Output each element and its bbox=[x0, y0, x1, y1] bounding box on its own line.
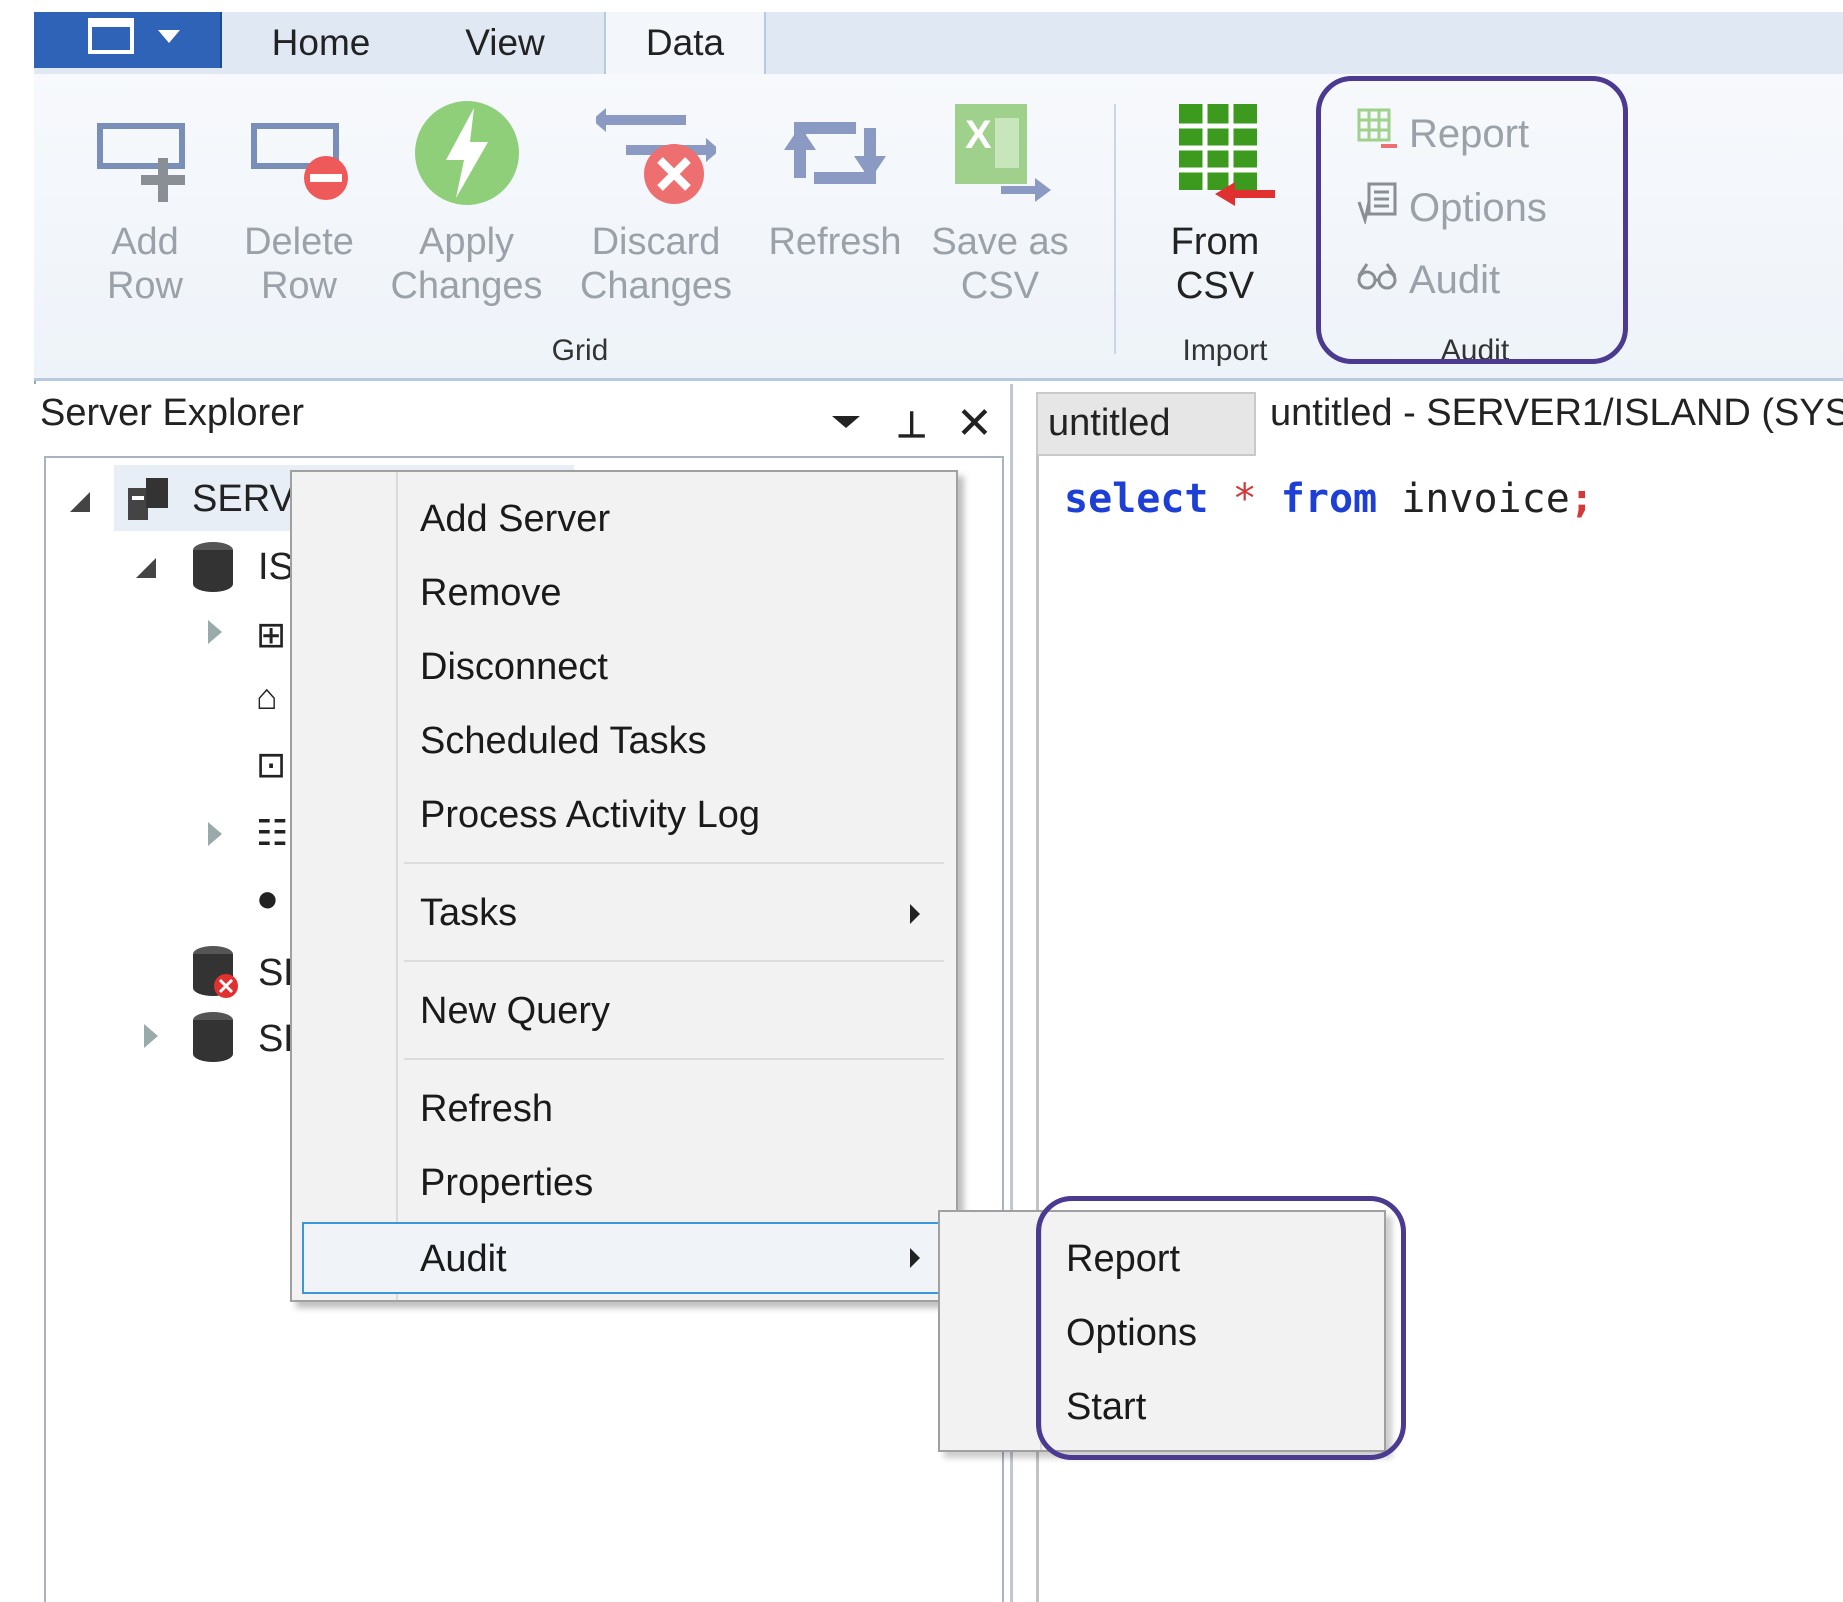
users-icon: ● bbox=[256, 878, 279, 920]
delete-row-label: Delete Row bbox=[244, 221, 354, 307]
menu-separator bbox=[404, 960, 944, 962]
expand-icon[interactable] bbox=[144, 1024, 158, 1048]
window-icon bbox=[88, 18, 134, 54]
menu-separator bbox=[404, 1058, 944, 1060]
import-grid-icon bbox=[1179, 104, 1275, 206]
discard-changes-label: Discard Changes bbox=[579, 221, 733, 307]
save-as-csv-label: Save as CSV bbox=[931, 221, 1069, 307]
submenu-gutter bbox=[940, 1212, 1042, 1450]
delete-row-icon bbox=[251, 123, 348, 200]
discard-changes-button[interactable]: Discard Changes bbox=[576, 98, 736, 318]
menu-item-add-server[interactable]: Add Server bbox=[420, 482, 610, 556]
menu-item-highlight bbox=[302, 1222, 948, 1294]
menu-item-properties[interactable]: Properties bbox=[420, 1146, 593, 1220]
audit-submenu-highlight bbox=[1036, 1196, 1406, 1460]
excel-export-icon: X bbox=[955, 104, 1051, 202]
collapse-icon[interactable] bbox=[70, 492, 90, 512]
tree-item-server[interactable]: SERV bbox=[192, 478, 295, 521]
svg-text:X: X bbox=[965, 113, 992, 157]
document-title: untitled - SERVER1/ISLAND (SYS bbox=[1270, 392, 1843, 434]
panel-dropdown-icon[interactable] bbox=[832, 416, 860, 428]
tab-view[interactable]: View bbox=[420, 12, 590, 74]
tree-item-database[interactable]: IS bbox=[258, 546, 294, 589]
server-explorer-title: Server Explorer bbox=[40, 392, 304, 434]
database-icon bbox=[190, 540, 236, 597]
add-row-button[interactable]: Add Row bbox=[70, 98, 220, 318]
server-icon bbox=[124, 474, 174, 529]
refresh-icon bbox=[784, 122, 886, 184]
dropdown-arrow-icon bbox=[158, 30, 180, 43]
menu-separator bbox=[404, 862, 944, 864]
menu-item-tasks[interactable]: Tasks bbox=[420, 876, 517, 950]
from-csv-label: From CSV bbox=[1170, 221, 1260, 307]
menu-item-new-query[interactable]: New Query bbox=[420, 974, 610, 1048]
apply-changes-button[interactable]: Apply Changes bbox=[384, 98, 549, 318]
sql-keyword: select bbox=[1064, 476, 1209, 522]
collapse-icon[interactable] bbox=[136, 558, 156, 578]
menu-item-refresh[interactable]: Refresh bbox=[420, 1072, 553, 1146]
context-menu-gutter bbox=[292, 472, 398, 1300]
submenu-arrow-icon bbox=[910, 904, 920, 924]
submenu-arrow-icon bbox=[910, 1248, 920, 1268]
apply-changes-label: Apply Changes bbox=[390, 221, 543, 307]
menu-item-disconnect[interactable]: Disconnect bbox=[420, 630, 608, 704]
from-csv-button[interactable]: From CSV bbox=[1140, 98, 1290, 318]
refresh-button[interactable]: Refresh bbox=[760, 98, 910, 318]
tab-untitled[interactable]: untitled bbox=[1036, 392, 1256, 456]
app-menu-button[interactable] bbox=[34, 12, 222, 68]
database-icon bbox=[190, 1010, 236, 1067]
expand-icon[interactable] bbox=[208, 620, 222, 644]
close-icon[interactable]: ✕ bbox=[956, 398, 993, 449]
sql-identifier: invoice bbox=[1401, 476, 1570, 522]
menu-item-process-activity-log[interactable]: Process Activity Log bbox=[420, 778, 760, 852]
import-group-label: Import bbox=[1182, 334, 1268, 367]
menu-item-audit[interactable]: Audit bbox=[420, 1222, 507, 1296]
add-row-label: Add Row bbox=[106, 221, 184, 307]
audit-group-highlight bbox=[1316, 76, 1628, 364]
tables-icon: ⊞ bbox=[256, 614, 287, 655]
sql-wildcard: * bbox=[1232, 476, 1257, 522]
views-icon: ⌂ bbox=[256, 676, 278, 717]
delete-row-button[interactable]: Delete Row bbox=[224, 98, 374, 318]
sql-semicolon: ; bbox=[1569, 476, 1594, 522]
tab-data[interactable]: Data bbox=[604, 12, 766, 78]
procedures-icon: ☷ bbox=[256, 812, 289, 853]
lightning-icon bbox=[414, 101, 519, 205]
sql-keyword: from bbox=[1280, 476, 1378, 522]
expand-icon[interactable] bbox=[208, 822, 222, 846]
menu-item-scheduled-tasks[interactable]: Scheduled Tasks bbox=[420, 704, 707, 778]
refresh-label: Refresh bbox=[768, 221, 902, 263]
ribbon-separator bbox=[1114, 104, 1116, 354]
grid-group-label: Grid bbox=[551, 334, 609, 367]
menu-item-remove[interactable]: Remove bbox=[420, 556, 562, 630]
tab-home[interactable]: Home bbox=[236, 12, 406, 74]
database-error-icon bbox=[190, 944, 242, 1005]
pin-icon[interactable]: ⊥ bbox=[896, 404, 927, 446]
discard-changes-icon bbox=[596, 108, 716, 204]
save-as-csv-button[interactable]: X Save as CSV bbox=[920, 98, 1080, 318]
schema-icon: ⊡ bbox=[256, 744, 287, 785]
sql-editor[interactable]: select * from invoice; bbox=[1064, 476, 1594, 522]
add-row-icon bbox=[97, 123, 185, 202]
